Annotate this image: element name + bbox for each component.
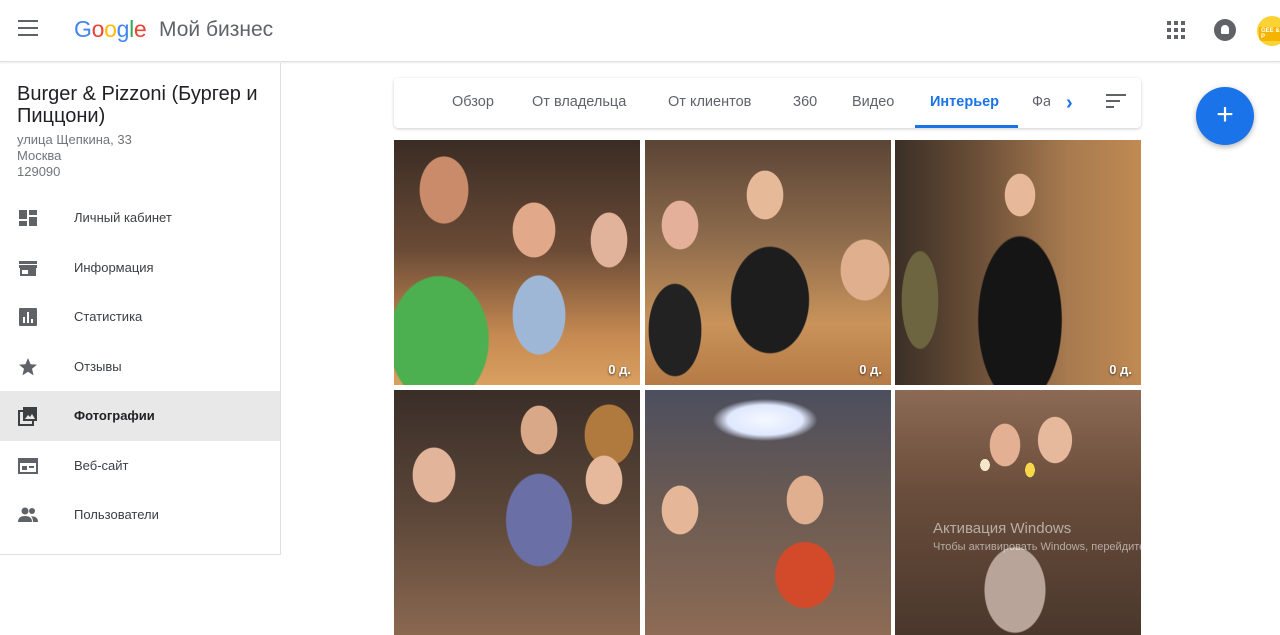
photo-tile[interactable]: 0 д. [394,140,640,385]
photo-tile[interactable] [895,390,1141,635]
photos-icon [18,407,37,426]
sidebar-item-label: Пользователи [74,507,159,522]
tab-video[interactable]: Видео [852,94,894,110]
add-photo-button[interactable]: + [1196,87,1254,145]
address-street: улица Щепкина, 33 [17,132,132,147]
sidebar-item-label: Веб-сайт [74,457,129,473]
logo-letter: e [133,16,147,42]
menu-icon[interactable] [18,20,38,36]
tab-overview[interactable]: Обзор [452,94,494,110]
active-tab-indicator [915,125,1018,128]
chevron-right-icon[interactable]: › [1066,92,1073,115]
store-icon [19,260,37,276]
google-logo[interactable]: Google [74,16,147,43]
top-app-bar: Google Мой бизнес GEE & P [0,0,1280,62]
photo-tile[interactable] [645,390,891,635]
tab-interior[interactable]: Интерьер [930,94,999,110]
sidebar-item-dashboard[interactable]: Личный кабинет [0,193,280,243]
avatar-text: GEE & P [1259,27,1280,41]
tab-from-owner[interactable]: От владельца [532,94,626,110]
sidebar-item-photos[interactable]: Фотографии [0,391,280,441]
sidebar-item-users[interactable]: Пользователи [0,490,280,540]
account-avatar[interactable]: GEE & P [1257,16,1280,46]
sidebar: Burger & Pizzoni (Бургер и Пиццони) улиц… [0,63,281,555]
photo-tabs: Обзор От владельца От клиентов 360 Видео… [394,78,1141,128]
sidebar-item-statistics[interactable]: Статистика [0,292,280,342]
sidebar-item-info[interactable]: Информация [0,243,280,293]
windows-activation-title: Активация Windows [933,520,1072,537]
sidebar-item-label: Отзывы [74,358,122,374]
photo-age: 0 д. [608,362,631,377]
product-name: Мой бизнес [159,18,274,41]
sidebar-item-reviews[interactable]: Отзывы [0,342,280,392]
sidebar-item-label: Личный кабинет [74,210,172,225]
business-address: улица Щепкина, 33 Москва 129090 [17,132,132,180]
address-city: Москва [17,148,62,163]
sidebar-item-label: Статистика [74,309,143,324]
users-icon [18,507,38,522]
windows-activation-subtitle: Чтобы активировать Windows, перейдите к … [933,541,1219,553]
sidebar-item-label: Фотографии [74,408,155,423]
sidebar-nav: Личный кабинет Информация Статистика Отз… [0,193,280,540]
tab-from-customers[interactable]: От клиентов [668,94,751,110]
star-icon [19,357,37,375]
sidebar-item-website[interactable]: Веб-сайт [0,441,280,491]
logo-letter: o [104,16,117,42]
photo-tile[interactable]: 0 д. [895,140,1141,385]
apps-grid-icon[interactable] [1167,21,1185,39]
tab-truncated[interactable]: Фа [1032,94,1050,110]
logo-letter: g [116,16,130,42]
photo-age: 0 д. [859,362,882,377]
notifications-icon[interactable] [1214,19,1236,41]
business-name: Burger & Pizzoni (Бургер и Пиццони) [17,83,258,127]
logo-letter: G [74,16,92,42]
website-icon [18,457,38,474]
address-postal-code: 129090 [17,164,61,179]
sidebar-item-label: Информация [74,259,154,275]
sort-icon[interactable] [1106,94,1126,110]
tab-360[interactable]: 360 [793,94,817,110]
insights-icon [19,308,37,326]
logo-letter: o [91,16,105,42]
photo-tile[interactable] [394,390,640,635]
photo-tile[interactable]: 0 д. [645,140,891,385]
photo-age: 0 д. [1109,362,1132,377]
dashboard-icon [19,210,37,226]
